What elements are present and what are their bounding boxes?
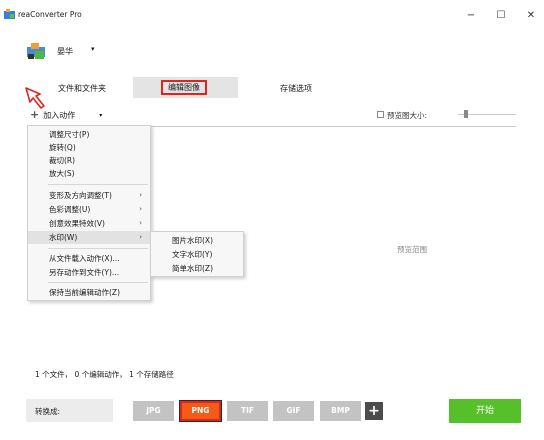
user-name[interactable]: 晏华 — [57, 46, 73, 57]
menu-item-color-adjust[interactable]: 色彩调整(U) › — [28, 203, 150, 216]
plus-icon: + — [30, 108, 40, 121]
menu-item-label: 从文件载入动作(X)... — [49, 254, 120, 263]
format-tif-button[interactable]: TIF — [227, 401, 268, 421]
app-logo-icon — [4, 9, 15, 19]
menu-item-crop[interactable]: 裁切(R) — [28, 154, 150, 167]
user-dropdown-caret-icon[interactable]: ▾ — [91, 45, 95, 53]
menu-item-rotate[interactable]: 旋转(Q) — [28, 141, 150, 154]
menu-item-resize[interactable]: 调整尺寸(P) — [28, 128, 150, 141]
start-button[interactable]: 开始 — [449, 399, 521, 423]
menu-item-watermark[interactable]: 水印(W) › — [28, 231, 150, 244]
app-window: reaConverter Pro − ☐ ✕ 晏华 ▾ 文件和文件夹 编辑图像 … — [0, 0, 544, 440]
submenu-item-image-watermark[interactable]: 图片水印(X) — [151, 234, 243, 247]
menu-item-zoom[interactable]: 放大(S) — [28, 167, 150, 180]
chevron-right-icon: › — [139, 233, 142, 241]
preview-size-checkbox[interactable] — [377, 111, 384, 118]
menu-item-label: 变形及方向调整(T) — [49, 191, 112, 200]
chevron-right-icon: › — [139, 205, 142, 213]
menu-separator — [48, 184, 148, 185]
menu-separator — [48, 282, 148, 283]
menu-item-label: 放大(S) — [49, 169, 75, 178]
menu-item-load-actions[interactable]: 从文件载入动作(X)... — [28, 252, 150, 265]
chevron-down-icon: ▾ — [99, 111, 103, 119]
watermark-submenu: 图片水印(X) 文字水印(Y) 简单水印(Z) — [150, 231, 244, 277]
menu-item-label: 旋转(Q) — [49, 143, 76, 152]
close-button[interactable]: ✕ — [524, 9, 538, 23]
menu-item-label: 水印(W) — [49, 233, 78, 242]
menu-item-label: 创意效果特效(V) — [49, 219, 105, 228]
format-jpg-button[interactable]: JPG — [133, 401, 174, 421]
add-action-label: 加入动作 — [43, 110, 76, 120]
minimize-button[interactable]: − — [464, 9, 478, 23]
add-format-button[interactable]: + — [365, 402, 383, 420]
menu-item-save-actions[interactable]: 另存动作到文件(Y)... — [28, 266, 150, 279]
preview-size-slider-thumb[interactable] — [464, 110, 468, 118]
convert-to-box: 转换成: — [26, 399, 113, 422]
preview-size-label: 预览图大小: — [387, 111, 428, 120]
status-text: 1 个文件， 0 个编辑动作， 1 个存储路径 — [35, 370, 174, 379]
tab-files-and-folders[interactable]: 文件和文件夹 — [52, 82, 112, 96]
preview-area-label: 预览范围 — [397, 245, 427, 254]
menu-item-creative-effects[interactable]: 创意效果特效(V) › — [28, 217, 150, 230]
chevron-right-icon: › — [139, 219, 142, 227]
submenu-item-simple-watermark[interactable]: 简单水印(Z) — [151, 262, 243, 275]
maximize-button[interactable]: ☐ — [494, 9, 508, 23]
menu-separator — [48, 248, 148, 249]
chevron-right-icon: › — [139, 191, 142, 199]
menu-item-label: 另存动作到文件(Y)... — [49, 268, 120, 277]
user-avatar-icon[interactable] — [26, 42, 46, 60]
menu-item-transform[interactable]: 变形及方向调整(T) › — [28, 189, 150, 202]
menu-item-keep-actions[interactable]: 保持当前编辑动作(Z) — [28, 286, 150, 299]
convert-to-label: 转换成: — [35, 407, 61, 416]
add-action-menu: 调整尺寸(P) 旋转(Q) 裁切(R) 放大(S) 变形及方向调整(T) › 色彩… — [27, 125, 151, 301]
tab-edit-images-label: 编辑图像 — [161, 80, 207, 95]
window-title: reaConverter Pro — [18, 10, 82, 19]
title-bar: reaConverter Pro − ☐ ✕ — [0, 0, 544, 30]
tab-edit-images[interactable]: 编辑图像 — [133, 77, 238, 98]
submenu-item-text-watermark[interactable]: 文字水印(Y) — [151, 248, 243, 261]
format-bmp-button[interactable]: BMP — [320, 401, 361, 421]
menu-item-label: 调整尺寸(P) — [49, 130, 90, 139]
pointer-arrow-icon — [25, 87, 45, 109]
menu-item-label: 色彩调整(U) — [49, 205, 91, 214]
add-action-button[interactable]: + 加入动作 ▾ — [30, 108, 102, 122]
format-png-button[interactable]: PNG — [179, 400, 222, 422]
menu-item-label: 裁切(R) — [49, 156, 76, 165]
format-gif-button[interactable]: GIF — [273, 401, 314, 421]
menu-item-label: 保持当前编辑动作(Z) — [49, 288, 120, 297]
tab-save-options[interactable]: 存储选项 — [276, 82, 316, 96]
